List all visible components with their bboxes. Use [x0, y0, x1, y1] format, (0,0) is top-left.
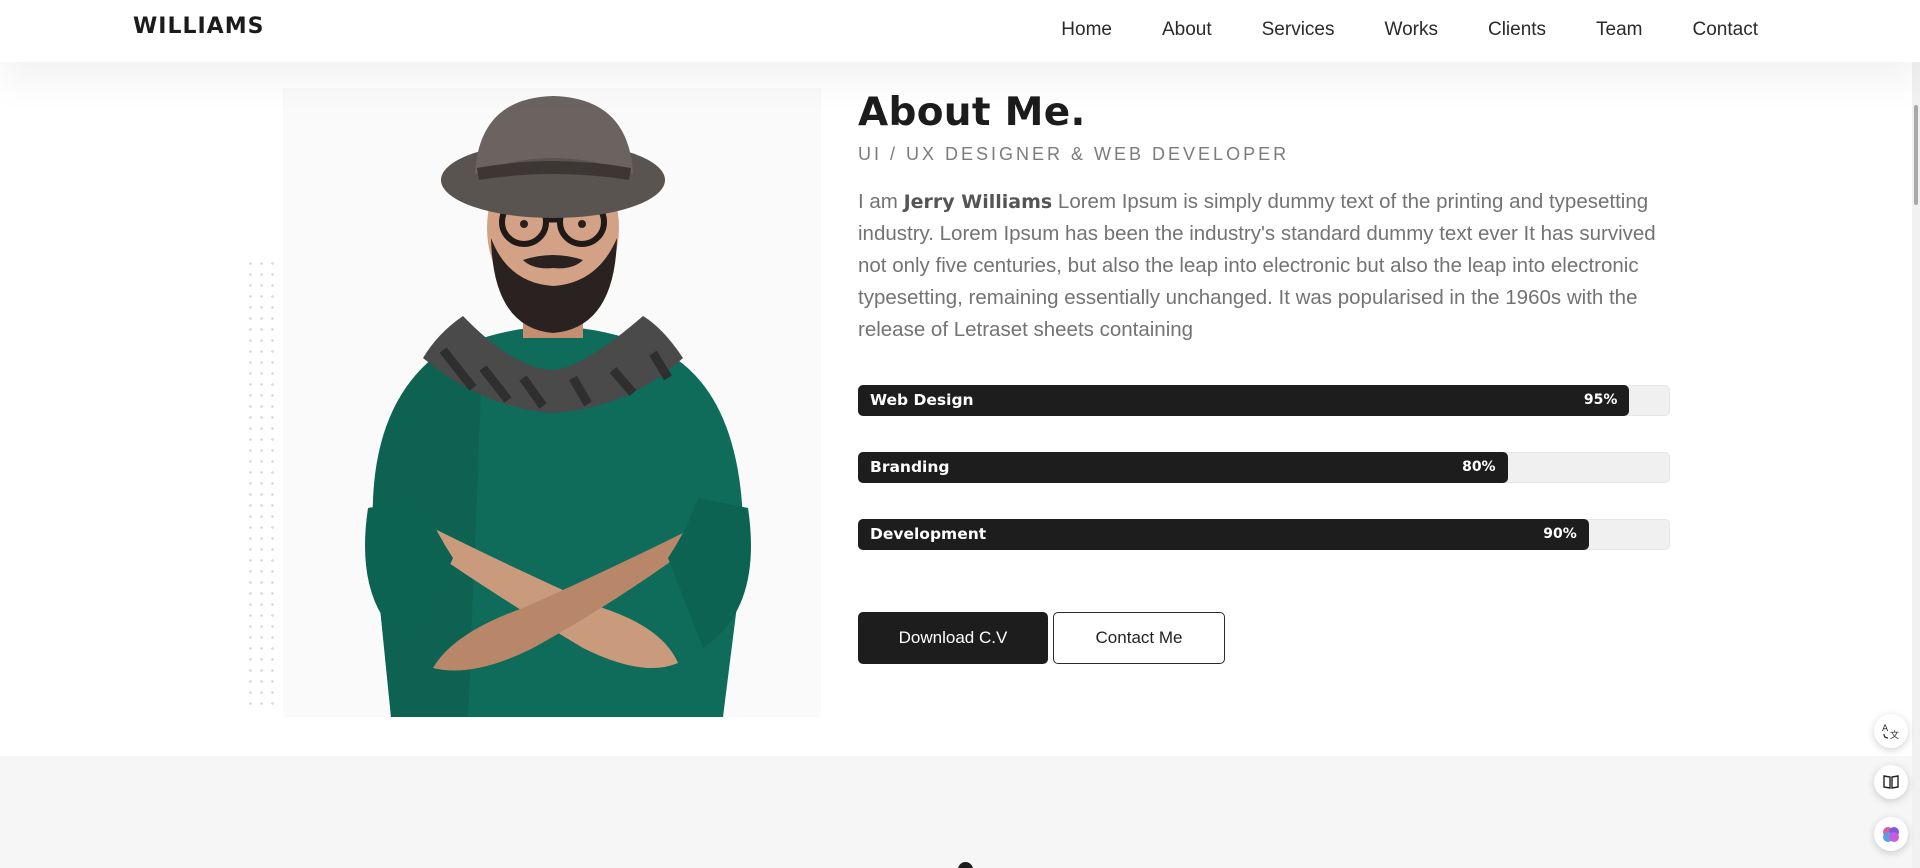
nav-services[interactable]: Services — [1262, 19, 1335, 41]
skill-bar-web-design: Web Design 95% — [858, 385, 1670, 416]
dot-pattern-decoration — [245, 258, 277, 710]
nav-home[interactable]: Home — [1061, 19, 1112, 41]
nav-about[interactable]: About — [1162, 19, 1212, 41]
about-title: About Me. — [858, 90, 1086, 135]
nav-works[interactable]: Works — [1384, 19, 1437, 41]
brain-icon[interactable] — [1874, 817, 1908, 851]
book-icon[interactable] — [1874, 765, 1908, 799]
download-cv-button[interactable]: Download C.V — [858, 612, 1048, 664]
about-description: I am Jerry Williams Lorem Ipsum is simpl… — [858, 186, 1678, 346]
svg-text:A: A — [1882, 724, 1889, 734]
skill-percent: 90% — [1543, 526, 1577, 542]
translate-icon[interactable]: A文 — [1874, 714, 1908, 748]
skill-fill: Development 90% — [858, 519, 1589, 550]
skill-label: Development — [870, 525, 987, 543]
skill-fill: Branding 80% — [858, 452, 1508, 483]
site-header: WILLIAMS Home About Services Works Clien… — [0, 0, 1920, 62]
next-section — [0, 756, 1920, 868]
skill-label: Web Design — [870, 391, 974, 409]
nav-contact[interactable]: Contact — [1693, 19, 1758, 41]
intro-prefix: I am — [858, 190, 904, 213]
about-subtitle: UI / UX DESIGNER & WEB DEVELOPER — [858, 144, 1290, 164]
skill-label: Branding — [870, 458, 950, 476]
person-name: Jerry Williams — [903, 191, 1053, 213]
skill-percent: 95% — [1583, 392, 1618, 408]
skill-percent: 80% — [1462, 459, 1496, 475]
contact-me-button[interactable]: Contact Me — [1053, 612, 1225, 664]
nav-team[interactable]: Team — [1596, 19, 1642, 41]
page-scrollbar-thumb[interactable] — [1914, 105, 1918, 205]
profile-photo — [283, 88, 821, 717]
svg-text:文: 文 — [1890, 729, 1899, 741]
skill-bar-development: Development 90% — [858, 519, 1670, 550]
brand-logo[interactable]: WILLIAMS — [133, 14, 264, 39]
about-section: About Me. UI / UX DESIGNER & WEB DEVELOP… — [0, 62, 1920, 756]
skill-bar-branding: Branding 80% — [858, 452, 1670, 483]
main-nav: Home About Services Works Clients Team C… — [1011, 19, 1758, 41]
section-marker-dot — [958, 862, 973, 868]
skill-fill: Web Design 95% — [858, 385, 1630, 416]
portrait-illustration — [283, 88, 821, 717]
nav-clients[interactable]: Clients — [1488, 19, 1546, 41]
